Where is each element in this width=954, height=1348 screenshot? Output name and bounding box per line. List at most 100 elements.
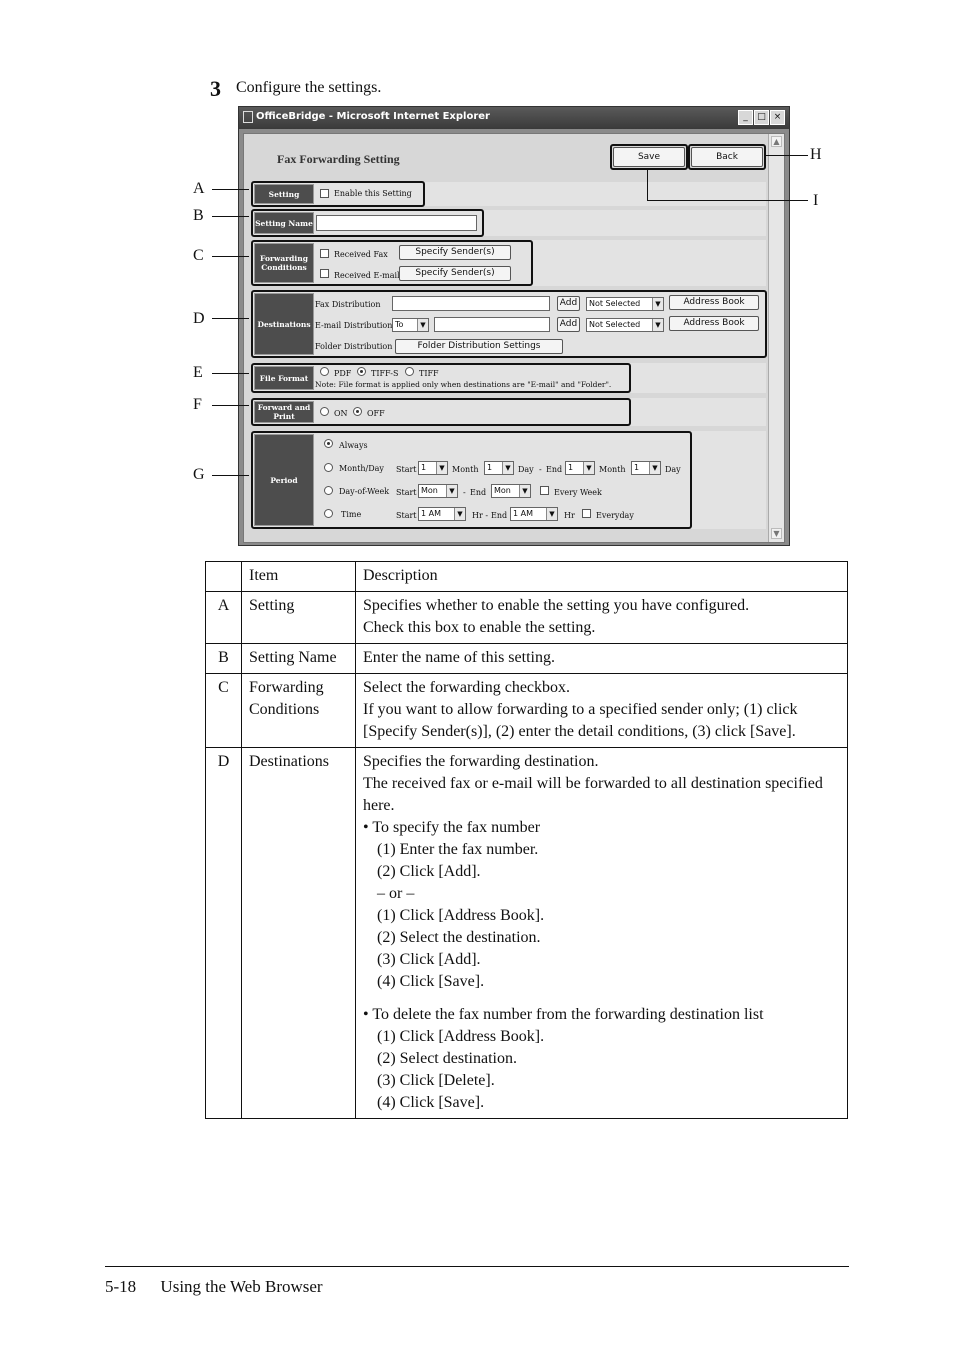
received-fax-label: Received Fax [334,250,388,259]
tiff-label: TIFF [419,369,439,378]
step-line: (1) Click [Address Book]. [377,1028,545,1045]
start-weekday-value: Mon [421,486,438,495]
day-of-week-dash: - [463,488,466,497]
email-address-book-button[interactable]: Address Book [669,316,759,331]
start-month-label: Month [452,465,479,474]
table-row: B Setting Name Enter the name of this se… [205,643,848,674]
received-email-checkbox[interactable] [320,269,329,278]
window-title: OfficeBridge - Microsoft Internet Explor… [256,111,490,122]
close-button[interactable]: × [770,110,785,125]
callout-i: I [813,192,819,209]
save-button[interactable]: Save [613,147,685,167]
enable-setting-checkbox[interactable] [320,189,329,198]
file-format-label: File Format [254,366,314,390]
email-address-select-value: Not Selected [589,320,641,329]
callout-g: G [193,466,205,483]
row-key: C [205,673,242,748]
row-description: Specifies the forwarding destination. Th… [355,747,848,1119]
table-row: D Destinations Specifies the forwarding … [205,747,848,1119]
description-line: Specifies the forwarding destination. [363,753,599,770]
browser-window-screenshot: OfficeBridge - Microsoft Internet Explor… [238,106,790,546]
setting-name-label: Setting Name [254,212,314,234]
description-line: The received fax or e-mail will be forwa… [363,775,823,814]
chevron-down-icon: ▼ [454,508,465,520]
end-day-select[interactable]: 1 ▼ [631,461,661,475]
row-item: Setting Name [241,643,356,674]
row-key: B [205,643,242,674]
start-day-select[interactable]: 1 ▼ [484,461,514,475]
time-end-label: End [491,511,508,520]
chevron-down-icon: ▼ [546,508,557,520]
email-add-button[interactable]: Add [557,317,580,332]
vertical-scrollbar[interactable]: ▲ ▼ [768,134,784,542]
month-day-label: Month/Day [339,464,384,473]
end-weekday-select[interactable]: Mon ▼ [491,484,531,498]
always-radio[interactable] [324,439,333,448]
row-description: Select the forwarding checkbox. If you w… [355,673,848,748]
received-email-label: Received E-mail [334,271,400,280]
step-line: (4) Click [Save]. [377,973,485,990]
description-line: Select the forwarding checkbox. [363,679,571,696]
email-to-select[interactable]: To ▼ [392,318,429,332]
description-line: Specifies whether to enable the setting … [363,597,750,614]
specify-sender-fax-button[interactable]: Specify Sender(s) [399,245,511,260]
row-item: Setting [241,591,356,644]
maximize-button[interactable]: □ [754,110,769,125]
step-line: – or – [377,885,415,902]
fax-distribution-input[interactable] [392,296,550,311]
start-hr-label: Hr - [472,511,489,520]
end-hour-select[interactable]: 1 AM ▼ [510,507,558,521]
forward-print-on-radio[interactable] [320,407,329,416]
row-item: Forwarding Conditions [241,673,356,748]
callout-f: F [193,396,202,413]
forward-print-off-label: OFF [367,409,385,418]
time-label: Time [341,510,362,519]
email-address-select[interactable]: Not Selected ▼ [586,318,664,332]
day-of-week-start-label: Start [396,488,417,497]
email-to-select-value: To [395,320,404,329]
forward-print-off-radio[interactable] [353,407,362,416]
month-day-radio[interactable] [324,463,333,472]
start-month-select[interactable]: 1 ▼ [418,461,448,475]
everyday-checkbox[interactable] [582,509,591,518]
step-line: (2) Select destination. [377,1050,517,1067]
scroll-up-icon[interactable]: ▲ [771,136,782,147]
start-day-label: Day [518,465,534,474]
minimize-button[interactable]: _ [738,110,753,125]
start-month-value: 1 [421,463,427,472]
month-day-end-label: End [546,465,563,474]
chevron-down-icon: ▼ [649,462,660,474]
description-table: Item Description A Setting Specifies whe… [205,561,848,1119]
pdf-radio[interactable] [320,367,329,376]
email-distribution-input[interactable] [434,317,550,332]
fax-address-select[interactable]: Not Selected ▼ [586,297,664,311]
month-day-dash: - [539,465,542,474]
callout-c: C [193,247,204,264]
received-fax-checkbox[interactable] [320,249,329,258]
always-label: Always [339,441,368,450]
day-of-week-radio[interactable] [324,486,333,495]
day-of-week-label: Day-of-Week [339,487,390,496]
folder-distribution-settings-button[interactable]: Folder Distribution Settings [395,339,563,354]
specify-sender-email-button[interactable]: Specify Sender(s) [399,266,511,281]
forward-print-label: Forward and Print [254,401,314,423]
every-week-checkbox[interactable] [540,486,549,495]
callout-b-line [212,216,249,217]
bullet-delete-fax: • To delete the fax number from the forw… [363,1006,764,1023]
chevron-down-icon: ▼ [519,485,530,497]
tiff-radio[interactable] [405,367,414,376]
fax-address-book-button[interactable]: Address Book [669,295,759,310]
end-month-select[interactable]: 1 ▼ [565,461,595,475]
scroll-down-icon[interactable]: ▼ [771,528,782,539]
chevron-down-icon: ▼ [417,319,428,331]
start-weekday-select[interactable]: Mon ▼ [418,484,458,498]
header-key [205,561,242,592]
back-button[interactable]: Back [691,147,763,167]
start-hour-select[interactable]: 1 AM ▼ [418,507,466,521]
enable-setting-label: Enable this Setting [334,189,412,198]
fax-add-button[interactable]: Add [557,296,580,311]
time-radio[interactable] [324,509,333,518]
step-line: (1) Enter the fax number. [377,841,539,858]
setting-name-input[interactable] [316,215,477,231]
tiff-s-radio[interactable] [357,367,366,376]
